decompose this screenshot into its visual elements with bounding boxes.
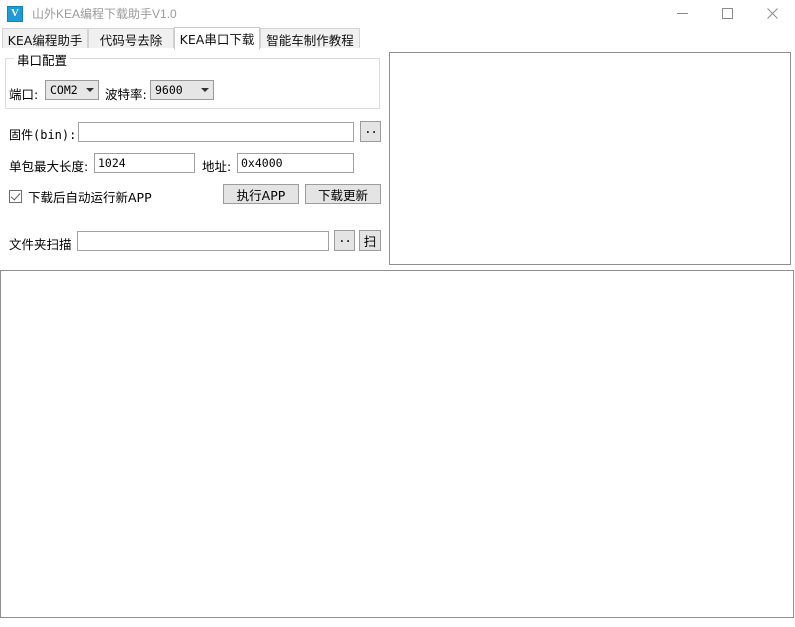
tab-kea-serial-download[interactable]: KEA串口下载: [174, 27, 260, 50]
auto-run-checkbox[interactable]: [9, 190, 22, 203]
maximize-icon: [722, 8, 733, 19]
minimize-button[interactable]: [660, 0, 705, 27]
app-logo-letter: V: [11, 7, 19, 19]
minimize-icon: [677, 13, 688, 14]
run-app-button[interactable]: 执行APP: [223, 184, 299, 204]
folder-scan-label: 文件夹扫描: [9, 237, 72, 252]
tab-code-number-removal[interactable]: 代码号去除: [88, 28, 174, 49]
tab-kea-programming-assistant[interactable]: KEA编程助手: [2, 28, 88, 49]
chevron-down-icon: [197, 88, 213, 92]
port-label: 端口:: [9, 87, 39, 102]
baudrate-select[interactable]: 9600: [150, 80, 214, 100]
tab-label: 智能车制作教程: [266, 32, 354, 48]
address-label: 地址:: [202, 159, 232, 174]
folder-scan-input[interactable]: [77, 231, 329, 251]
window-title: 山外KEA编程下载助手V1.0: [32, 7, 177, 21]
close-icon: [767, 8, 778, 19]
baudrate-label: 波特率:: [105, 87, 147, 102]
maximize-button[interactable]: [705, 0, 750, 27]
tab-label: 代码号去除: [99, 32, 163, 48]
baudrate-select-value: 9600: [155, 83, 183, 97]
close-button[interactable]: [750, 0, 795, 27]
address-input[interactable]: 0x4000: [237, 153, 354, 173]
serial-config-group-title: 串口配置: [14, 50, 71, 69]
tab-smart-car-tutorial[interactable]: 智能车制作教程: [260, 28, 360, 49]
auto-run-checkbox-row[interactable]: 下载后自动运行新APP: [9, 187, 152, 206]
packet-length-input[interactable]: 1024: [94, 153, 195, 173]
tab-label: KEA编程助手: [7, 32, 83, 48]
folder-scan-run-button[interactable]: 扫: [359, 230, 381, 251]
download-update-button[interactable]: 下载更新: [305, 184, 381, 204]
tab-bar: KEA编程助手 代码号去除 KEA串口下载 智能车制作教程: [0, 27, 795, 50]
packet-length-label: 单包最大长度:: [9, 159, 89, 174]
firmware-label: 固件(bin):: [9, 128, 77, 142]
port-select[interactable]: COM2: [45, 80, 99, 100]
auto-run-label: 下载后自动运行新APP: [28, 190, 152, 205]
app-logo-v-icon: V: [7, 5, 23, 22]
tab-label: KEA串口下载: [179, 32, 255, 47]
bottom-log-panel[interactable]: [0, 270, 794, 618]
serial-output-panel[interactable]: [389, 52, 791, 265]
title-bar: V 山外KEA编程下载助手V1.0: [0, 0, 795, 28]
chevron-down-icon: [82, 88, 98, 92]
folder-scan-browse-button[interactable]: ..: [334, 230, 355, 251]
firmware-path-input[interactable]: [78, 122, 354, 142]
port-select-value: COM2: [50, 83, 78, 97]
window-controls: [660, 0, 795, 27]
firmware-browse-button[interactable]: ..: [360, 121, 381, 142]
tab-content-kea-serial-download: 串口配置 端口: COM2 波特率: 9600 固件(bin): .. 单包最大…: [0, 48, 795, 267]
